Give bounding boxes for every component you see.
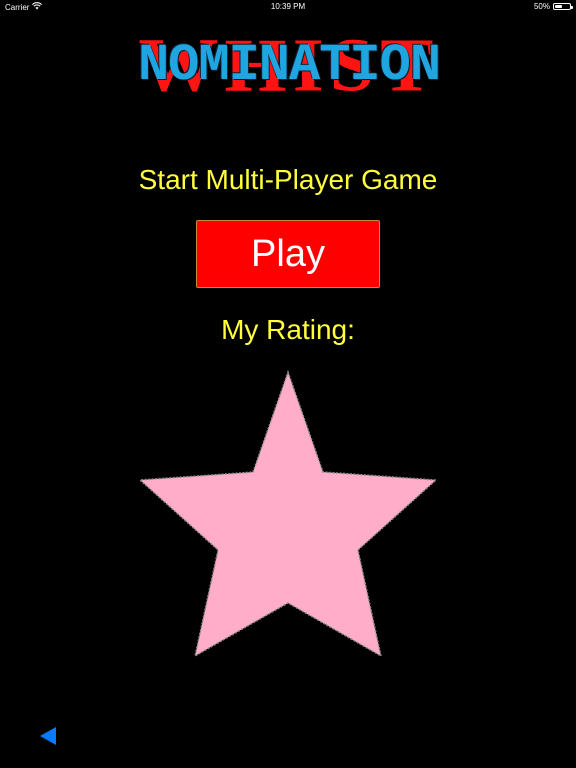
star-icon	[138, 370, 438, 658]
battery-percent: 50%	[533, 2, 550, 11]
back-triangle-icon[interactable]	[36, 724, 60, 748]
rating-label: My Rating:	[221, 314, 355, 345]
game-logo: WHIST NOMINATION	[64, 28, 514, 104]
app-screen: Carrier 10:39 PM 50% WHIST NOMINATION St…	[0, 0, 576, 768]
play-button[interactable]: Play	[196, 220, 380, 288]
status-right: 50%	[533, 2, 573, 11]
battery-icon	[553, 3, 573, 10]
logo-front-word: NOMINATION	[137, 36, 441, 95]
start-game-heading: Start Multi-Player Game	[138, 164, 438, 195]
status-time: 10:39 PM	[270, 2, 306, 11]
battery-fill	[555, 5, 562, 8]
status-bar: Carrier 10:39 PM 50%	[0, 0, 576, 14]
